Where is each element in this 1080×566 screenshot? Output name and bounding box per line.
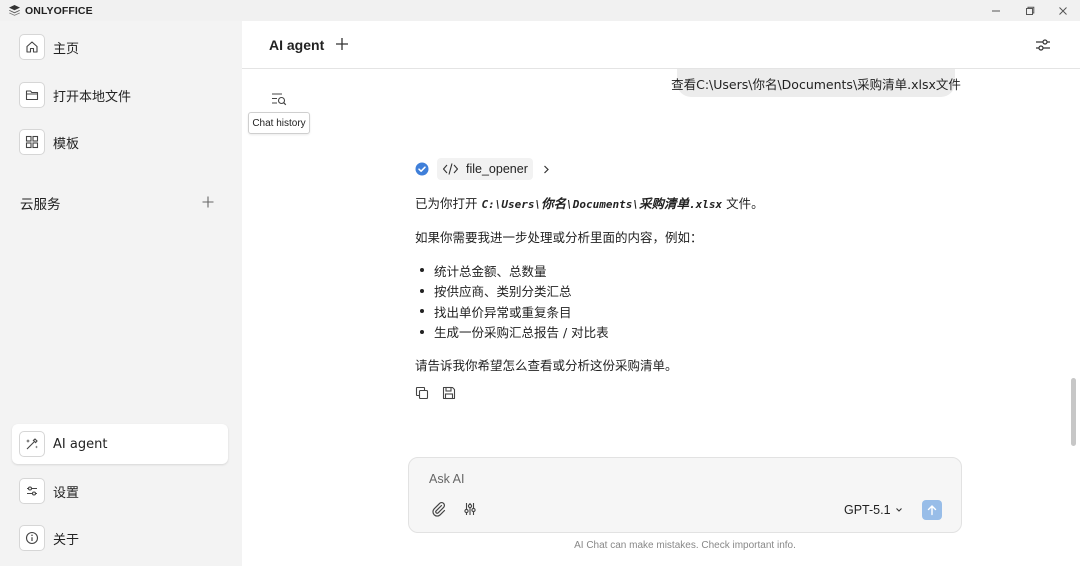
reply-line-opened: 已为你打开 C:\Users\你名\Documents\采购清单.xlsx 文件…	[415, 196, 764, 211]
reply-line-ask: 请告诉我你希望怎么查看或分析这份采购清单。	[415, 358, 678, 373]
path-segment: 采购清单	[638, 196, 689, 211]
history-search-icon	[270, 91, 288, 107]
chat-history-button[interactable]	[270, 91, 288, 107]
onlyoffice-logo-icon	[8, 4, 21, 17]
list-item: 找出单价异常或重复条目	[420, 301, 609, 322]
path-segment: 你名	[541, 196, 567, 211]
attach-button[interactable]	[431, 501, 447, 517]
copy-button[interactable]	[415, 386, 429, 400]
sidebar-item-about[interactable]: 关于	[12, 518, 228, 558]
folder-icon	[19, 82, 45, 108]
path-segment: C:\Users\	[481, 198, 542, 211]
sidebar-item-ai-agent[interactable]: AI agent	[12, 424, 228, 464]
tool-call-chip[interactable]: file_opener	[437, 158, 533, 180]
minimize-button[interactable]	[979, 0, 1013, 21]
sidebar-item-label: 打开本地文件	[53, 89, 132, 105]
title-bar: ONLYOFFICE	[0, 0, 1080, 21]
composer: GPT-5.1	[408, 457, 962, 533]
home-icon	[19, 34, 45, 60]
chat-settings-button[interactable]	[1034, 37, 1052, 53]
model-name: GPT-5.1	[844, 503, 891, 517]
add-cloud-service-button[interactable]	[200, 194, 216, 210]
grid-icon	[19, 129, 45, 155]
user-message: 查看C:\Users\你名\Documents\采购清单.xlsx文件	[671, 69, 961, 97]
arrow-up-icon	[926, 504, 938, 516]
sidebar: 主页 打开本地文件 模板 云服务 AI agent 设置 关于	[0, 21, 242, 566]
sidebar-item-label: 关于	[53, 532, 80, 548]
list-item: 按供应商、类别分类汇总	[420, 281, 609, 302]
floppy-disk-icon	[442, 386, 456, 400]
ai-sparkle-icon	[19, 431, 45, 457]
chevron-right-icon[interactable]	[541, 164, 551, 175]
chat-scrollbar[interactable]	[1071, 378, 1076, 446]
plus-icon	[334, 36, 350, 52]
ai-disclaimer: AI Chat can make mistakes. Check importa…	[574, 540, 796, 551]
reply-bullet-list: 统计总金额、总数量 按供应商、类别分类汇总 找出单价异常或重复条目 生成一份采购…	[420, 260, 609, 342]
minimize-icon	[991, 6, 1001, 16]
cloud-services-title: 云服务	[20, 197, 61, 213]
page-title: AI agent	[269, 37, 325, 53]
code-icon	[442, 161, 459, 177]
send-button[interactable]	[922, 500, 942, 520]
reply-line-offer: 如果你需要我进一步处理或分析里面的内容，例如：	[415, 230, 703, 245]
sidebar-item-templates[interactable]: 模板	[12, 122, 228, 162]
brand: ONLYOFFICE	[8, 3, 93, 18]
tool-name: file_opener	[466, 162, 528, 176]
model-select[interactable]: GPT-5.1	[844, 502, 903, 518]
sidebar-item-settings[interactable]: 设置	[12, 471, 228, 511]
list-item: 生成一份采购汇总报告 / 对比表	[420, 322, 609, 343]
close-window-button[interactable]	[1046, 0, 1080, 21]
restore-icon	[1025, 6, 1035, 16]
plus-icon	[200, 194, 216, 210]
sidebar-item-label: 模板	[53, 136, 80, 152]
close-icon	[1058, 6, 1068, 16]
path-segment: \Documents\	[566, 198, 639, 211]
sidebar-item-label: 设置	[53, 485, 80, 501]
paperclip-icon	[431, 501, 447, 517]
save-button[interactable]	[442, 386, 456, 400]
new-chat-button[interactable]	[334, 36, 350, 52]
chevron-down-icon	[895, 506, 903, 514]
copy-icon	[415, 386, 429, 400]
sidebar-item-open-local-file[interactable]: 打开本地文件	[12, 75, 228, 115]
sidebar-item-home[interactable]: 主页	[12, 27, 228, 67]
tools-button[interactable]	[462, 501, 478, 517]
list-item: 统计总金额、总数量	[420, 260, 609, 281]
info-icon	[19, 525, 45, 551]
ask-ai-input[interactable]	[429, 470, 809, 488]
sliders-icon	[1034, 37, 1052, 53]
sidebar-item-label: AI agent	[53, 436, 108, 452]
check-circle-icon	[415, 162, 429, 176]
chat-history-tooltip: Chat history	[248, 112, 310, 134]
brand-name: ONLYOFFICE	[25, 4, 93, 17]
path-segment: .xlsx	[688, 198, 723, 211]
main-header: AI agent	[242, 21, 1080, 69]
sidebar-item-label: 主页	[53, 41, 80, 57]
restore-button[interactable]	[1013, 0, 1047, 21]
sliders-icon	[19, 478, 45, 504]
tune-icon	[462, 501, 478, 517]
